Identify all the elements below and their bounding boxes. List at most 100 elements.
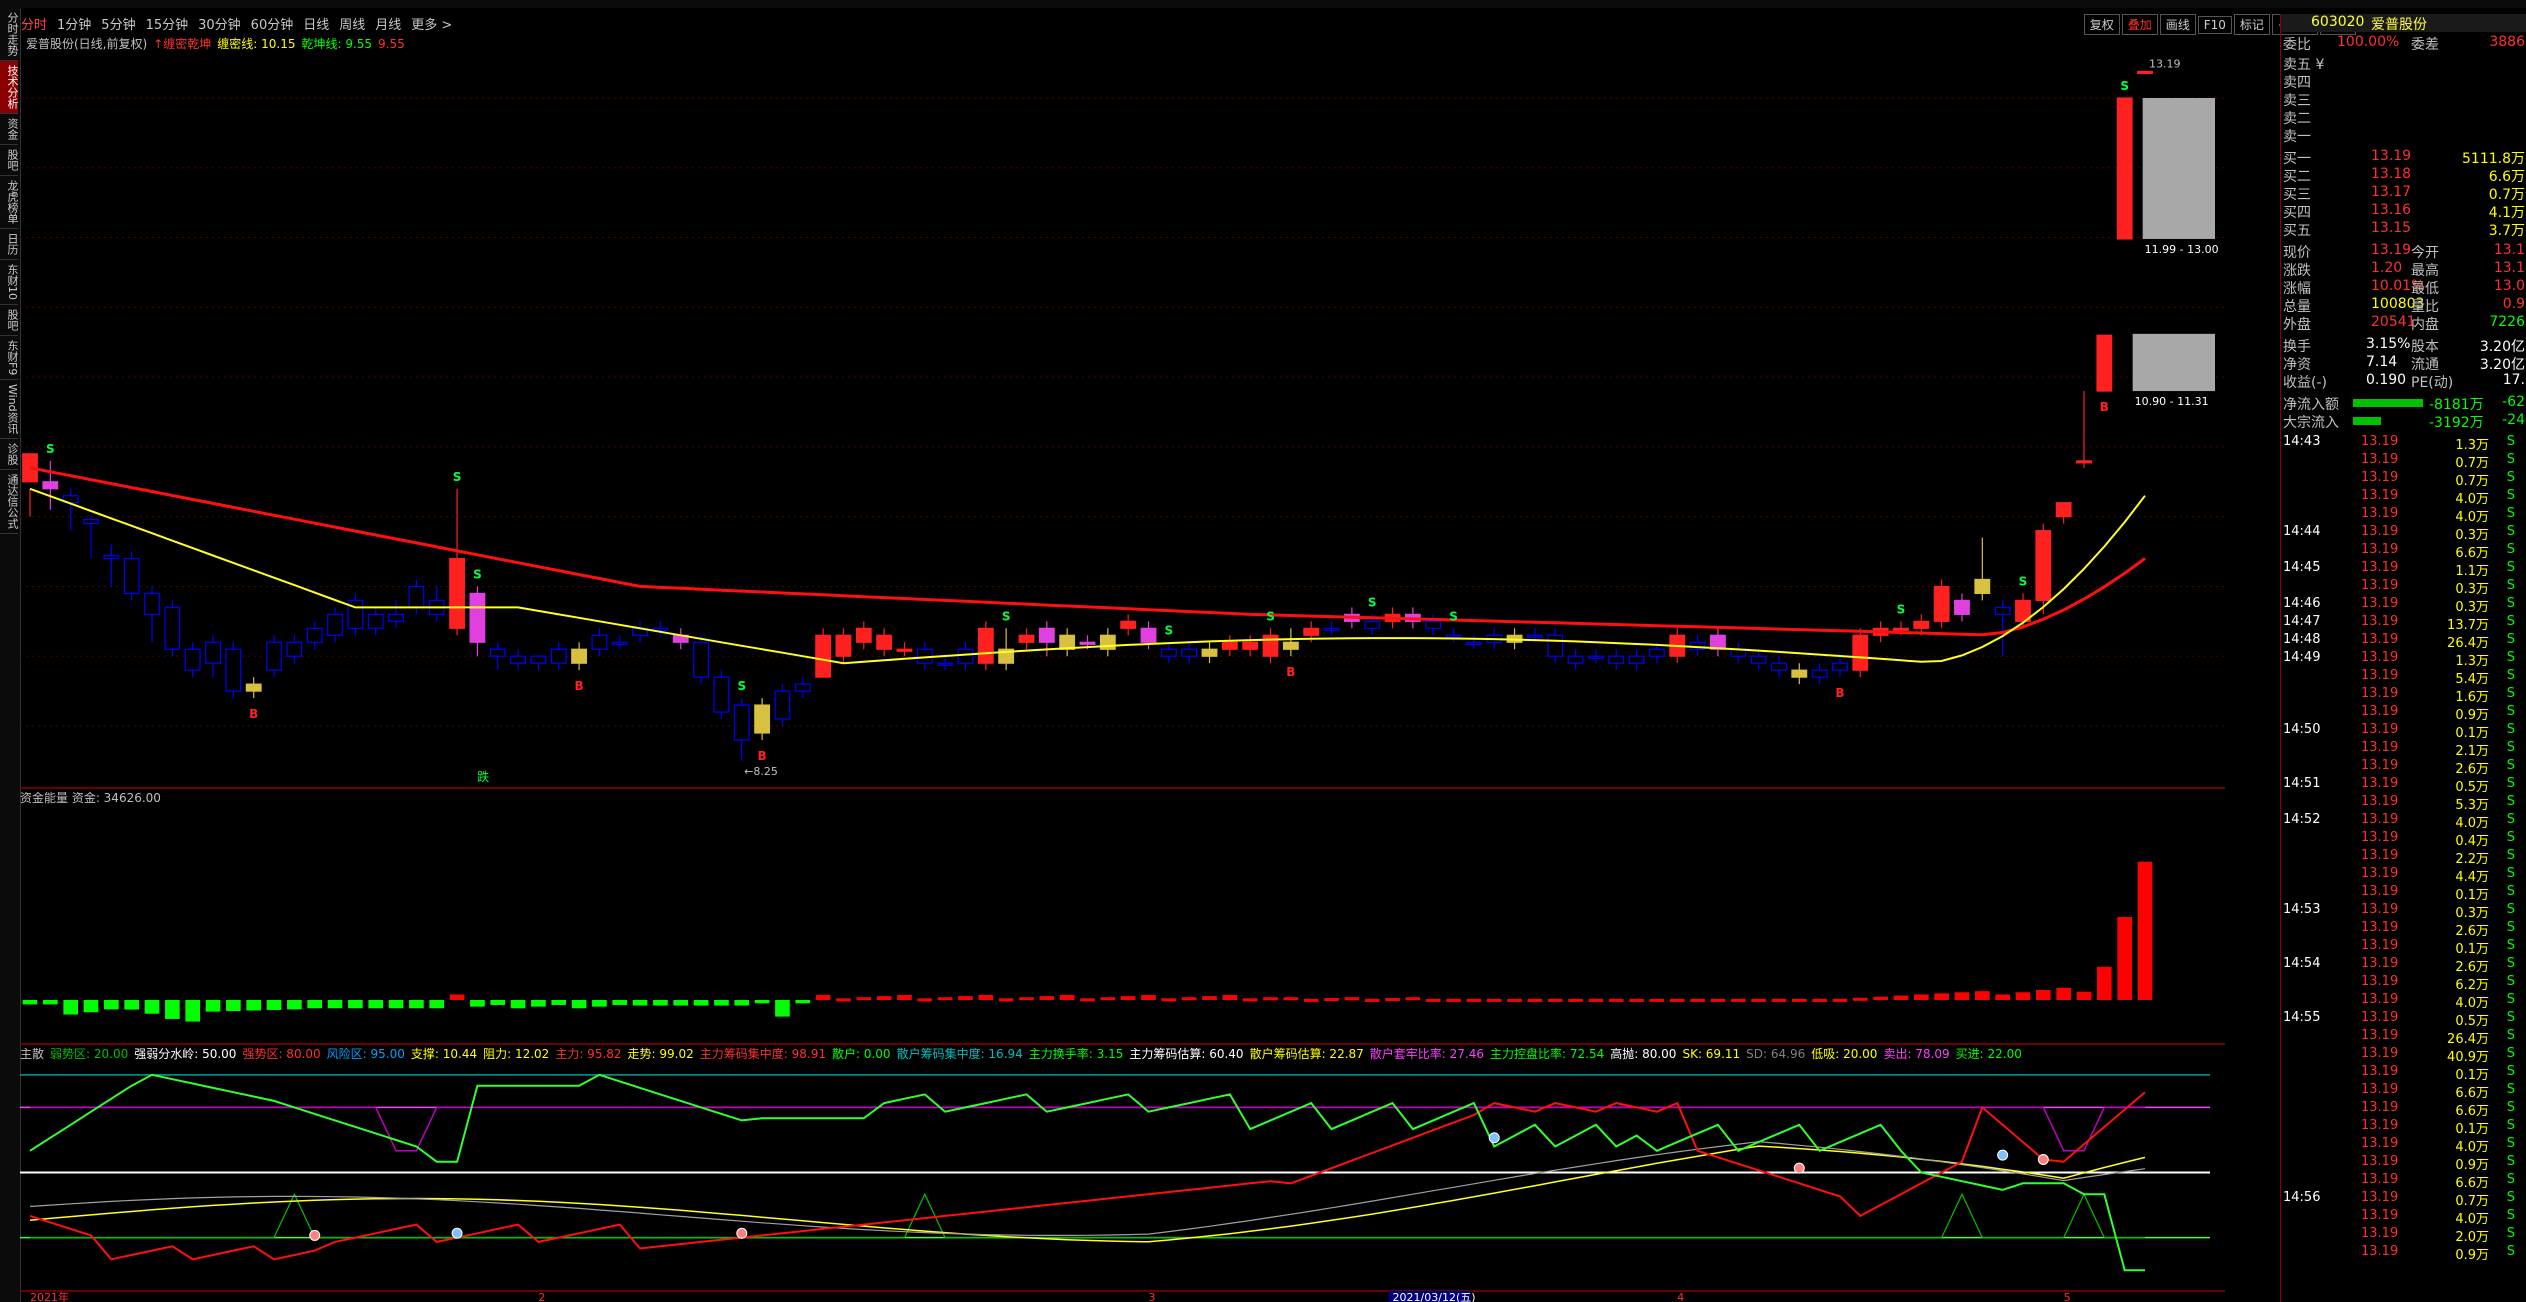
candle-body <box>2076 460 2092 464</box>
tool-button-3[interactable]: F10 <box>2197 16 2232 34</box>
tick-row: 13.19 4.0万 S <box>2281 488 2526 507</box>
tool-button-0[interactable]: 复权 <box>2083 14 2120 35</box>
tick-volume: 0.3万 <box>2455 528 2489 543</box>
volume-panel-title: 资金能量 资金: 34626.00 <box>20 790 161 805</box>
candle-body <box>1933 585 1950 622</box>
candle-body <box>2055 502 2072 518</box>
sell-marker: S <box>1266 609 1275 623</box>
stat2-row-1: 净资 7.14 流通 3.20亿 <box>2281 354 2526 373</box>
period-tab-3[interactable]: 15分钟 <box>146 18 189 33</box>
tick-time: 14:56 <box>2283 1190 2321 1205</box>
buy-price: 13.17 <box>2371 184 2412 200</box>
nav-item-6[interactable]: 东财10 <box>0 260 19 305</box>
tick-row: 13.19 2.0万 S <box>2281 1226 2526 1245</box>
kline-chart[interactable]: 13.0012.5012.0011.5011.0010.5010.009.509… <box>20 36 2225 1302</box>
volume-bar <box>1263 997 1278 1001</box>
nav-item-8[interactable]: 东财F9 <box>0 336 19 381</box>
tick-volume: 1.3万 <box>2455 654 2489 669</box>
tick-row: 13.19 6.2万 S <box>2281 974 2526 993</box>
buy-volume: 4.1万 <box>2488 205 2525 221</box>
volume-bar <box>1588 998 1604 1002</box>
tick-row: 13.19 0.9万 S <box>2281 1244 2526 1263</box>
tick-row: 13.19 0.1万 S <box>2281 1118 2526 1137</box>
nav-item-2[interactable]: 资金 <box>0 114 19 145</box>
nav-item-0[interactable]: 分时走势 <box>0 8 19 61</box>
weibi-row: 委比 100.00% 委差 3886 <box>2281 34 2526 53</box>
volume-bar <box>632 1000 648 1006</box>
stat-label: 总量 <box>2283 299 2311 315</box>
tick-volume: 0.3万 <box>2455 582 2489 597</box>
volume-bar <box>1344 997 1360 1001</box>
volume-bar <box>1690 998 1705 1002</box>
indicator-value-3: 强势区: 80.00 <box>242 1047 320 1061</box>
period-tab-6[interactable]: 日线 <box>303 18 329 33</box>
nav-item-11[interactable]: 通达信公式 <box>0 470 19 534</box>
indicator-value-19: SD: 64.96 <box>1746 1047 1805 1061</box>
nav-item-7[interactable]: 股吧 <box>0 305 19 336</box>
period-tab-4[interactable]: 30分钟 <box>198 18 241 33</box>
candle-body <box>530 655 547 664</box>
buy-marker: B <box>1835 686 1844 700</box>
period-tab-9[interactable]: 更多 > <box>411 18 452 33</box>
stat-label2: 量比 <box>2411 299 2439 315</box>
tick-side: S <box>2506 902 2515 917</box>
tick-volume: 2.2万 <box>2455 852 2489 867</box>
sell-marker: S <box>2019 574 2028 588</box>
tick-side: S <box>2506 830 2515 845</box>
candle-body <box>1893 627 1909 631</box>
tick-time: 14:51 <box>2283 776 2321 791</box>
buy-label: 买四 <box>2283 205 2311 221</box>
flow-pct: -62 <box>2502 394 2525 410</box>
period-tab-2[interactable]: 5分钟 <box>101 18 135 33</box>
candle-body <box>2137 70 2153 75</box>
buy-level-4: 买五 13.15 3.7万 <box>2281 220 2526 239</box>
period-tab-0[interactable]: 分时 <box>21 18 47 33</box>
nav-item-1[interactable]: 技术分析 <box>0 61 19 114</box>
max-price-label: 13.19 <box>2149 57 2181 70</box>
tick-side: S <box>2506 812 2515 827</box>
volume-bar <box>795 1000 811 1004</box>
volume-bar <box>510 1000 526 1009</box>
period-tab-5[interactable]: 60分钟 <box>251 18 294 33</box>
tool-button-1[interactable]: 叠加 <box>2121 14 2158 35</box>
volume-bar <box>266 1000 282 1010</box>
stat-value2: 0.9 <box>2502 296 2525 312</box>
nav-item-3[interactable]: 股吧 <box>0 145 19 176</box>
volume-bar <box>856 997 872 1001</box>
stat-label: 涨跌 <box>2283 263 2311 279</box>
tick-volume: 0.1万 <box>2455 1068 2489 1083</box>
sell-marker: S <box>1368 595 1377 609</box>
volume-bar <box>775 1000 790 1017</box>
candle-body <box>205 641 221 664</box>
volume-bar <box>1934 993 1949 1000</box>
candle-body <box>83 518 99 525</box>
volume-bar <box>531 1000 546 1007</box>
tick-side: S <box>2506 1172 2515 1187</box>
buy-marker: B <box>758 749 767 763</box>
volume-bar <box>1873 996 1888 1000</box>
stat-label2: 流通 <box>2411 357 2439 373</box>
period-tab-1[interactable]: 1分钟 <box>57 18 91 33</box>
nav-item-9[interactable]: Wind资讯 <box>0 380 19 439</box>
volume-bar <box>1059 995 1075 1000</box>
tick-side: S <box>2506 1190 2515 1205</box>
tick-price: 13.19 <box>2361 758 2399 773</box>
period-tab-8[interactable]: 月线 <box>375 18 401 33</box>
tool-button-2[interactable]: 画线 <box>2159 14 2196 35</box>
nav-item-10[interactable]: 诊股 <box>0 439 19 470</box>
nav-item-5[interactable]: 日历 <box>0 229 19 260</box>
tick-row: 13.19 6.6万 S <box>2281 542 2526 561</box>
period-tab-7[interactable]: 周线 <box>339 18 365 33</box>
indicator-value-11: 散户筹码集中度: 16.94 <box>897 1046 1023 1061</box>
tick-volume: 0.5万 <box>2455 780 2489 795</box>
tool-button-4[interactable]: 标记 <box>2233 14 2270 35</box>
volume-bar <box>2097 966 2112 1000</box>
tick-volume: 6.6万 <box>2455 1104 2489 1119</box>
tick-time: 14:45 <box>2283 560 2321 575</box>
tick-volume: 2.6万 <box>2455 762 2489 777</box>
stat-label2: 最低 <box>2411 281 2439 297</box>
volume-bar <box>1568 998 1583 1002</box>
sell-marker: S <box>2120 79 2129 93</box>
nav-item-4[interactable]: 龙虎榜单 <box>0 176 19 229</box>
candle-body <box>1242 641 1259 650</box>
